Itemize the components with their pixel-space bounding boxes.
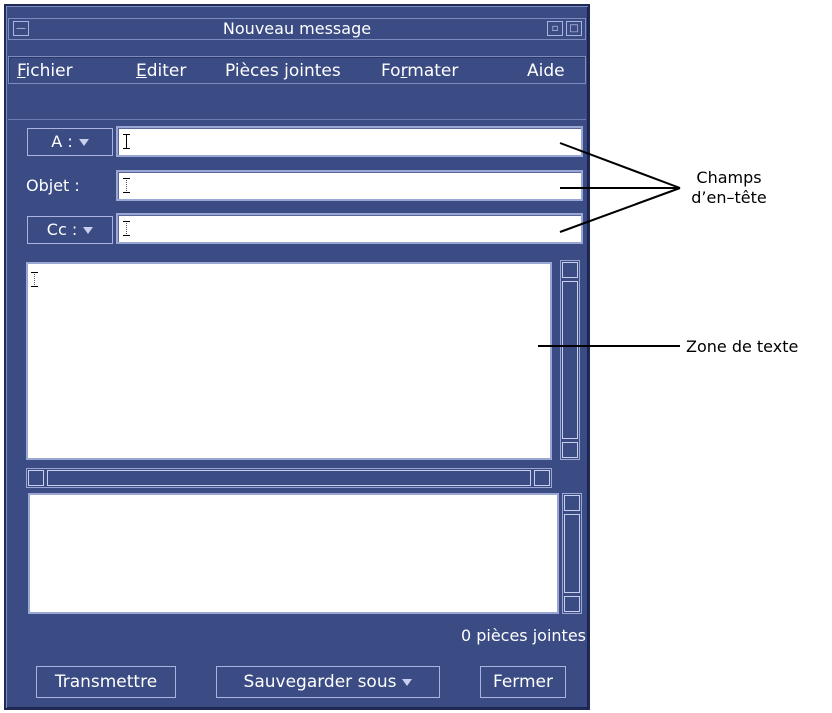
callout-line-to	[559, 142, 681, 189]
callout-line-cc	[559, 187, 681, 233]
annotation-text-zone: Zone de texte	[686, 337, 799, 356]
annotation-header-fields: Champs d’en–tête	[691, 168, 767, 207]
